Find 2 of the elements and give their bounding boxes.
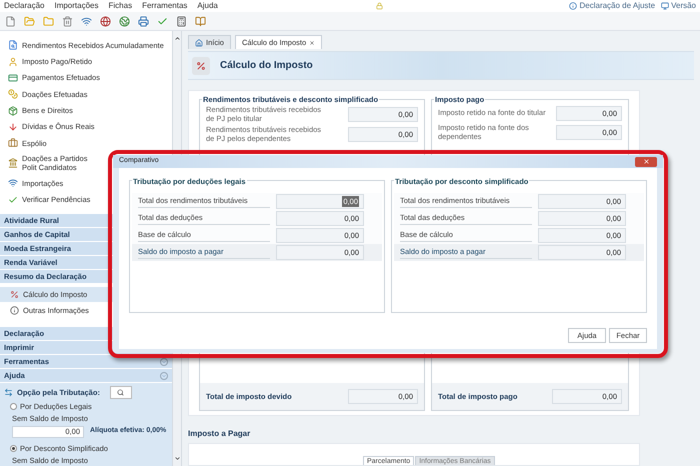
page-title: Cálculo do Imposto bbox=[220, 59, 313, 73]
section-title: Imposto a Pagar bbox=[188, 428, 252, 440]
